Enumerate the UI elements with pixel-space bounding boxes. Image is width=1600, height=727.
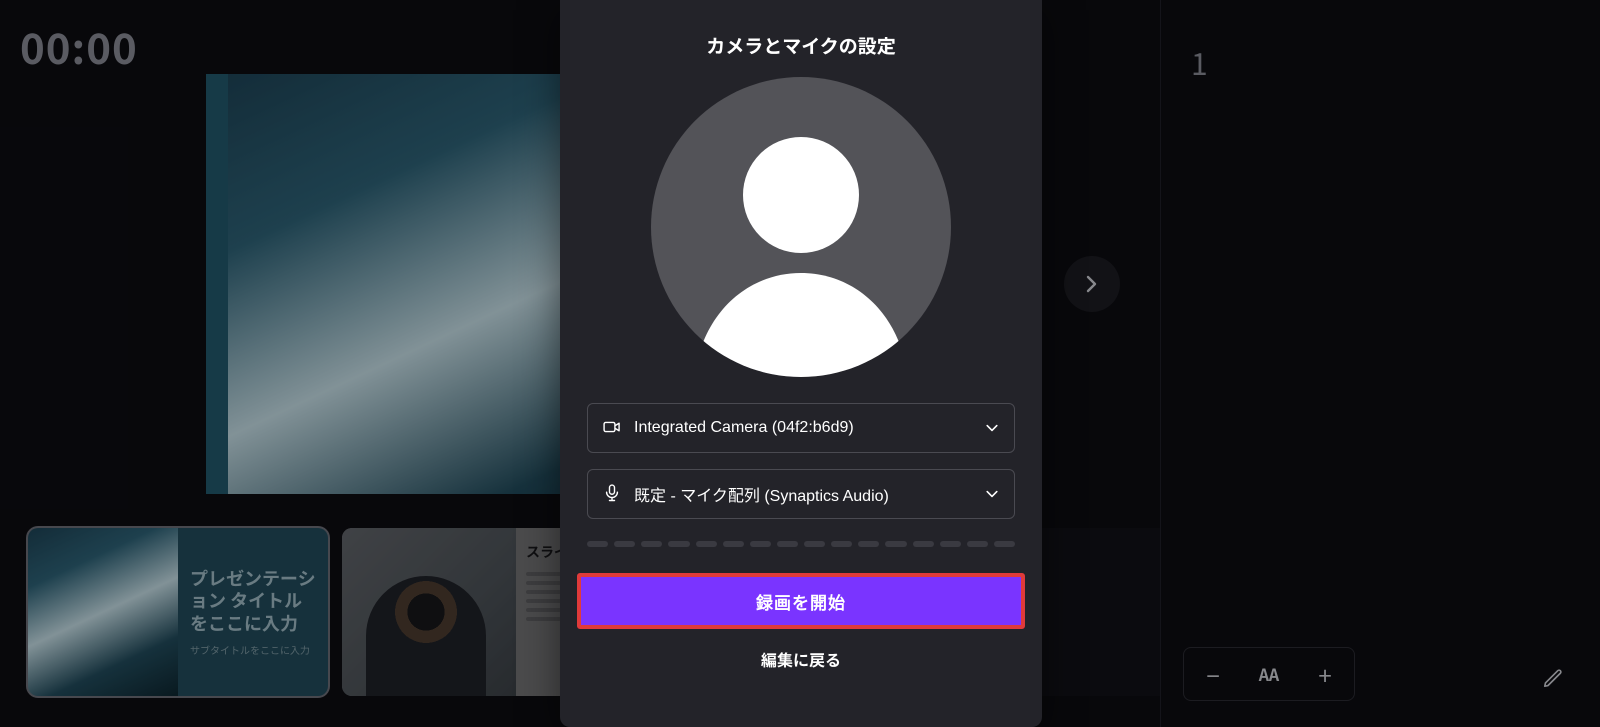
slide-thumbnail-1[interactable]: プレゼンテーション タイトルをここに入力 サブタイトルをここに入力: [28, 528, 328, 696]
next-slide-button[interactable]: [1064, 256, 1120, 312]
chevron-down-icon: [984, 420, 1000, 436]
start-recording-highlight: 録画を開始: [577, 573, 1025, 629]
text-smaller-button[interactable]: −: [1190, 654, 1236, 694]
camera-icon: [602, 417, 622, 440]
mic-level-meter: [587, 541, 1015, 549]
text-size-toolbar: − AA +: [1183, 647, 1355, 701]
back-to-edit-link[interactable]: 編集に戻る: [761, 647, 841, 671]
page-number: 1: [1191, 40, 1208, 84]
text-size-indicator[interactable]: AA: [1246, 654, 1292, 694]
notes-panel: 1 − AA +: [1160, 0, 1600, 727]
text-larger-button[interactable]: +: [1302, 654, 1348, 694]
chevron-right-icon: [1082, 274, 1102, 294]
microphone-select-label: 既定 - マイク配列 (Synaptics Audio): [634, 482, 972, 506]
thumbnail-image: [28, 528, 178, 696]
microphone-select[interactable]: 既定 - マイク配列 (Synaptics Audio): [587, 469, 1015, 519]
camera-select[interactable]: Integrated Camera (04f2:b6d9): [587, 403, 1015, 453]
camera-preview-avatar: [651, 77, 951, 377]
thumbnail-text-panel: プレゼンテーション タイトルをここに入力 サブタイトルをここに入力: [178, 528, 328, 696]
edit-notes-button[interactable]: [1530, 655, 1576, 701]
modal-title: カメラとマイクの設定: [706, 32, 896, 59]
pencil-icon: [1542, 667, 1564, 689]
thumbnail-title: プレゼンテーション タイトルをここに入力: [190, 567, 316, 635]
recording-timer: 00:00: [20, 16, 138, 77]
microphone-icon: [602, 483, 622, 506]
camera-select-label: Integrated Camera (04f2:b6d9): [634, 419, 972, 437]
person-icon: [651, 77, 951, 377]
camera-mic-settings-modal: カメラとマイクの設定 Integrated Camera (04f2:b6d9)…: [560, 0, 1042, 727]
chevron-down-icon: [984, 486, 1000, 502]
thumbnail-subtitle: サブタイトルをここに入力: [190, 642, 316, 657]
start-recording-button[interactable]: 録画を開始: [581, 577, 1021, 625]
